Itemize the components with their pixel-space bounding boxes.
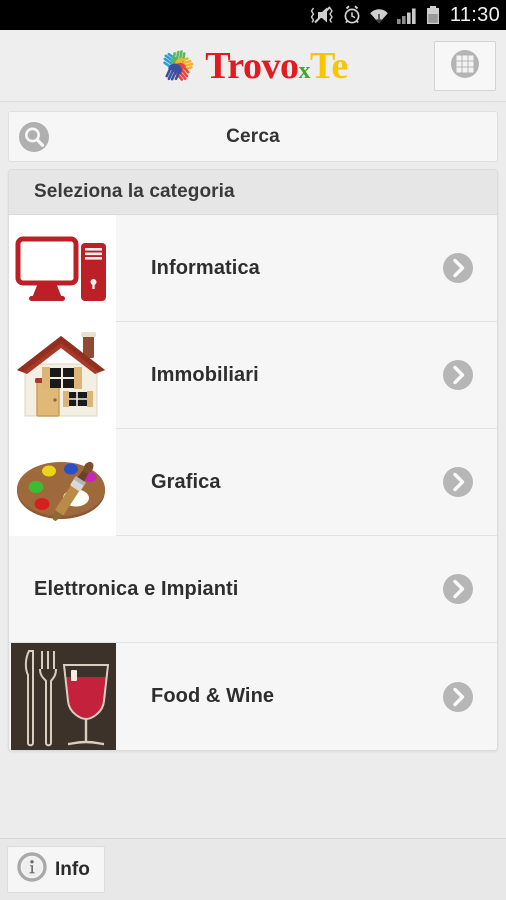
logo-text-te: Te xyxy=(309,44,348,87)
chevron-right-icon[interactable] xyxy=(441,680,475,714)
food-wine-icon xyxy=(9,643,116,750)
info-circle-icon xyxy=(16,851,48,888)
chevron-right-icon[interactable] xyxy=(441,251,475,285)
info-button[interactable]: Info xyxy=(7,846,105,893)
colored-hands-icon xyxy=(158,47,196,85)
list-item-label: Food & Wine xyxy=(151,685,275,707)
house-icon xyxy=(9,321,116,429)
category-panel: Seleziona la categoria Informatica Immob… xyxy=(8,169,498,751)
chevron-right-icon[interactable] xyxy=(441,465,475,499)
list-item-label: Informatica xyxy=(151,256,260,279)
list-item[interactable]: Grafica xyxy=(9,428,497,536)
app-logo: TrovoxTe xyxy=(158,44,348,87)
info-button-label: Info xyxy=(55,858,90,880)
chevron-right-icon[interactable] xyxy=(441,572,475,606)
battery-icon xyxy=(425,5,441,25)
category-section: Seleziona la categoria Informatica Immob… xyxy=(0,169,506,751)
status-bar-clock: 11:30 xyxy=(449,4,500,26)
search-bar[interactable]: Cerca xyxy=(8,111,498,162)
app-screen: 11:30 TrovoxTe Cerca Seleziona la catego… xyxy=(0,0,506,900)
title-bar: TrovoxTe xyxy=(0,30,506,102)
search-section: Cerca xyxy=(0,102,506,169)
list-item[interactable]: Informatica xyxy=(9,214,497,322)
mute-vibrate-icon xyxy=(309,5,335,25)
search-icon[interactable] xyxy=(17,120,51,154)
category-panel-title: Seleziona la categoria xyxy=(34,181,235,202)
chevron-right-icon[interactable] xyxy=(441,358,475,392)
wifi-icon xyxy=(369,5,389,25)
list-item-label: Elettronica e Impianti xyxy=(34,577,239,600)
list-item-label: Grafica xyxy=(151,470,221,493)
paint-palette-icon xyxy=(9,428,116,536)
logo-text-trovo: Trovo xyxy=(205,44,299,87)
list-item[interactable]: Elettronica e Impianti xyxy=(9,536,497,643)
status-bar: 11:30 xyxy=(0,0,506,30)
logo-wordmark: TrovoxTe xyxy=(205,44,348,87)
list-item-label: Immobiliari xyxy=(151,363,259,386)
computer-icon xyxy=(9,214,116,322)
search-label: Cerca xyxy=(226,125,280,147)
category-panel-header: Seleziona la categoria xyxy=(9,170,497,215)
list-item[interactable]: Immobiliari xyxy=(9,321,497,429)
alarm-clock-icon xyxy=(342,5,362,25)
apps-grid-icon xyxy=(448,47,482,86)
logo-text-x: x xyxy=(298,57,310,84)
apps-grid-button[interactable] xyxy=(434,41,496,91)
list-item[interactable]: Food & Wine xyxy=(9,643,497,750)
cellular-signal-icon xyxy=(396,5,418,25)
bottom-bar: Info xyxy=(0,838,506,900)
